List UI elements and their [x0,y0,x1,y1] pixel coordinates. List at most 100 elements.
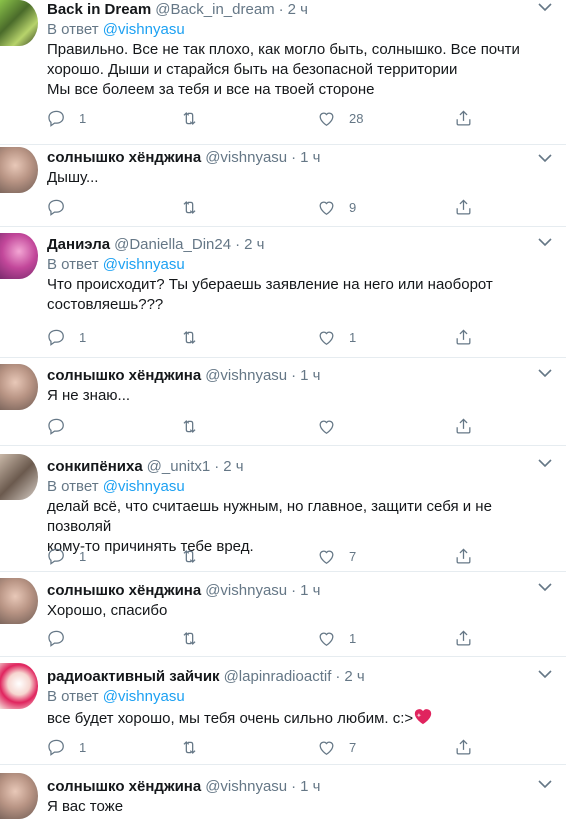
tweet[interactable]: Даниэла @Daniella_Din24 · 2 ч В ответ @v… [0,227,566,358]
like-count: 28 [349,110,364,126]
chevron-down-icon[interactable] [538,582,552,592]
reply-mention-link[interactable]: @vishnyasu [103,21,185,38]
avatar[interactable] [0,0,38,46]
author-handle[interactable]: @vishnyasu [205,148,287,168]
author-name[interactable]: радиоактивный зайчик [47,667,220,687]
timestamp[interactable]: 2 ч [244,235,264,255]
tweet[interactable]: солнышко хёнджина @vishnyasu · 1 ч Дышу.… [0,145,566,227]
like-button[interactable]: 28 [317,109,363,128]
avatar[interactable] [0,773,38,819]
retweet-button[interactable] [180,547,212,566]
reply-button[interactable] [47,198,79,217]
author-handle[interactable]: @_unitx1 [147,457,211,477]
share-button[interactable] [454,738,473,757]
share-icon [456,328,471,344]
chevron-down-icon[interactable] [538,237,552,247]
tweet-text-line: Мы все болеем за тебя и все на твоей сто… [47,81,375,98]
share-icon [456,738,471,754]
heart-icon [319,420,334,434]
like-button[interactable]: 1 [317,629,356,648]
author-handle[interactable]: @Back_in_dream [155,0,274,20]
retweet-button[interactable] [180,328,212,347]
reply-button[interactable] [47,629,79,648]
tweet-text: Я не знаю... [47,386,550,406]
timestamp[interactable]: 2 ч [223,457,243,477]
author-name[interactable]: солнышко хёнджина [47,366,201,386]
author-name[interactable]: солнышко хёнджина [47,777,201,797]
timestamp[interactable]: 1 ч [300,148,320,168]
avatar[interactable] [0,578,38,624]
chevron-down-icon[interactable] [538,153,552,163]
share-button[interactable] [454,547,473,566]
reply-button[interactable]: 1 [47,109,86,128]
author-handle[interactable]: @vishnyasu [205,581,287,601]
speech-bubble-icon [48,548,64,565]
tweet-text-line: Правильно. Все не так плохо, как могло б… [47,41,520,58]
author-handle[interactable]: @vishnyasu [205,777,287,797]
avatar[interactable] [0,454,38,500]
author-handle[interactable]: @lapinradioactif [224,667,332,687]
author-handle[interactable]: @vishnyasu [205,366,287,386]
tweet-text: Хорошо, спасибо [47,601,550,621]
chevron-down-icon[interactable] [538,368,552,378]
like-button[interactable]: 9 [317,198,356,217]
tweet[interactable]: Back in Dream @Back_in_dream · 2 ч В отв… [0,0,566,145]
reply-count: 1 [79,548,87,564]
avatar[interactable] [0,364,38,410]
reply-prefix: В ответ [47,478,99,495]
timestamp[interactable]: 1 ч [300,581,320,601]
timestamp[interactable]: 2 ч [288,0,308,20]
chevron-down-icon[interactable] [538,669,552,679]
tweet-text-line: Я не знаю... [47,387,131,404]
share-button[interactable] [454,328,473,347]
like-count: 7 [349,739,357,755]
share-icon [456,198,471,214]
tweet[interactable]: сонкипёниха @_unitx1 · 2 ч В ответ @vish… [0,446,566,572]
reply-mention-link[interactable]: @vishnyasu [103,256,185,273]
share-button[interactable] [454,629,473,648]
tweet-text: Правильно. Все не так плохо, как могло б… [47,40,550,100]
timestamp[interactable]: 1 ч [300,777,320,797]
retweet-button[interactable] [180,417,212,436]
timestamp[interactable]: 1 ч [300,366,320,386]
reply-mention-link[interactable]: @vishnyasu [103,688,185,705]
avatar[interactable] [0,663,38,709]
tweet[interactable]: солнышко хёнджина @vishnyasu · 1 ч Хорош… [0,572,566,657]
share-button[interactable] [454,417,473,436]
reply-button[interactable]: 1 [47,547,86,566]
chevron-down-icon[interactable] [538,458,552,468]
author-name[interactable]: солнышко хёнджина [47,581,201,601]
tweet-text-line: Дышу... [47,169,99,186]
reply-button[interactable] [47,417,79,436]
retweet-button[interactable] [180,629,212,648]
retweet-button[interactable] [180,738,212,757]
like-button[interactable]: 1 [317,328,356,347]
heart-icon [319,201,334,215]
retweet-button[interactable] [180,198,212,217]
retweet-button[interactable] [180,109,212,128]
avatar[interactable] [0,147,38,193]
author-name[interactable]: Back in Dream [47,0,151,20]
author-name[interactable]: солнышко хёнджина [47,148,201,168]
author-handle[interactable]: @Daniella_Din24 [114,235,231,255]
chevron-down-icon[interactable] [538,779,552,789]
reply-button[interactable]: 1 [47,738,86,757]
like-button[interactable] [317,417,349,436]
retweet-icon [183,111,196,125]
avatar[interactable] [0,233,38,279]
reply-button[interactable]: 1 [47,328,86,347]
reply-count: 1 [79,329,87,345]
author-name[interactable]: сонкипёниха [47,457,143,477]
chevron-down-icon[interactable] [538,2,552,12]
share-button[interactable] [454,198,473,217]
timestamp[interactable]: 2 ч [344,667,364,687]
share-button[interactable] [454,109,473,128]
tweet[interactable]: солнышко хёнджина @vishnyasu · 1 ч Я вас… [0,765,566,832]
tweet[interactable]: радиоактивный зайчик @lapinradioactif · … [0,657,566,765]
author-name[interactable]: Даниэла [47,235,110,255]
like-button[interactable]: 7 [317,547,356,566]
like-button[interactable]: 7 [317,738,356,757]
tweet[interactable]: солнышко хёнджина @vishnyasu · 1 ч Я не … [0,358,566,446]
tweet-text-line: Я вас тоже [47,798,124,815]
reply-mention-link[interactable]: @vishnyasu [103,478,185,495]
